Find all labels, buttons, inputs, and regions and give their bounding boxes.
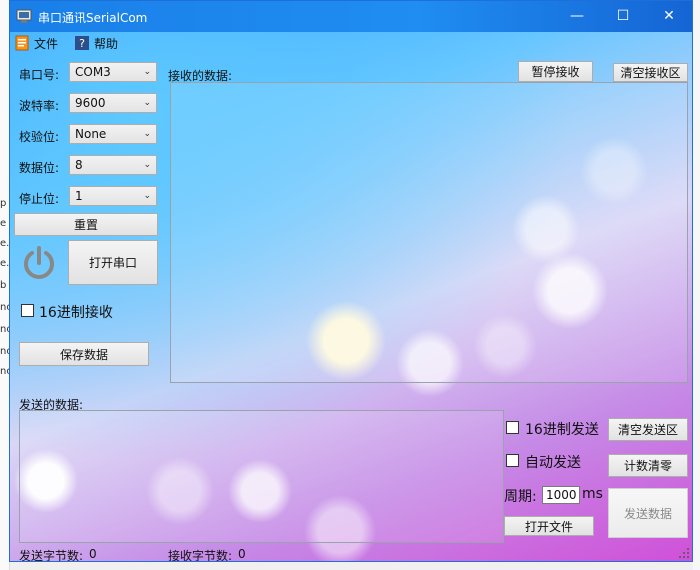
save-data-button[interactable]: 保存数据 [19,342,149,366]
parity-label: 校验位: [19,130,60,144]
clear-send-button[interactable]: 清空发送区 [608,418,688,441]
port-select[interactable]: COM3 ⌄ [69,62,157,82]
databits-select-value: 8 [75,158,83,172]
close-button[interactable]: ✕ [646,1,692,32]
hex-receive-checkbox[interactable] [21,304,34,317]
parity-select-value: None [75,127,107,141]
menu-file[interactable]: 文件 [14,32,58,54]
menu-help[interactable]: ? 帮助 [74,32,118,54]
chevron-down-icon: ⌄ [143,129,151,139]
stopbits-label: 停止位: [19,192,60,206]
chevron-down-icon: ⌄ [143,191,151,201]
pause-receive-button[interactable]: 暂停接收 [518,61,593,82]
open-port-button[interactable]: 打开串口 [68,240,158,285]
menu-bar: 文件 ? 帮助 [10,32,692,54]
file-menu-icon [15,35,29,51]
desktop-edge-right [693,0,700,570]
help-menu-icon: ? [75,36,89,50]
send-textarea[interactable] [19,410,504,543]
hex-send-checkbox[interactable] [506,421,519,434]
port-select-value: COM3 [75,65,111,79]
svg-text:?: ? [79,37,85,50]
clear-count-button[interactable]: 计数清零 [608,454,688,477]
stopbits-select-value: 1 [75,189,83,203]
open-file-button[interactable]: 打开文件 [504,516,594,536]
resize-grip-icon[interactable] [678,547,690,559]
period-input[interactable]: 1000 [542,486,580,504]
serial-app-icon [16,9,32,23]
auto-send-checkbox[interactable] [506,454,519,467]
baud-label: 波特率: [19,99,60,113]
chevron-down-icon: ⌄ [143,67,151,77]
hex-receive-label: 16进制接收 [39,305,113,321]
maximize-button[interactable]: ☐ [600,1,646,32]
stopbits-select[interactable]: 1 ⌄ [69,186,157,206]
sent-bytes-value: 0 [89,547,97,561]
chevron-down-icon: ⌄ [143,160,151,170]
databits-label: 数据位: [19,161,60,175]
recv-bytes-value: 0 [238,547,246,561]
auto-send-label: 自动发送 [525,455,581,471]
baud-select[interactable]: 9600 ⌄ [69,93,157,113]
reset-button[interactable]: 重置 [14,213,158,236]
receive-textarea[interactable] [170,82,688,383]
send-data-button[interactable]: 发送数据 [608,488,688,538]
title-bar[interactable]: 串口通讯SerialCom — ☐ ✕ [10,1,692,32]
recv-bytes-label: 接收字节数: [168,549,233,562]
menu-file-label: 文件 [34,36,59,51]
period-label: 周期: [504,489,537,505]
serialcom-window: 串口通讯SerialCom — ☐ ✕ 文件 ? 帮助 串口号: COM3 ⌄ … [9,0,693,562]
period-unit: ms [582,486,603,502]
clear-receive-button[interactable]: 清空接收区 [613,63,688,82]
chevron-down-icon: ⌄ [143,98,151,108]
minimize-button[interactable]: — [554,1,600,32]
power-icon [24,246,54,279]
window-title: 串口通讯SerialCom [38,11,148,25]
parity-select[interactable]: None ⌄ [69,124,157,144]
sent-bytes-label: 发送字节数: [19,549,84,562]
baud-select-value: 9600 [75,96,106,110]
menu-help-label: 帮助 [94,36,119,51]
hex-send-label: 16进制发送 [525,422,599,438]
databits-select[interactable]: 8 ⌄ [69,155,157,175]
port-label: 串口号: [19,68,60,82]
